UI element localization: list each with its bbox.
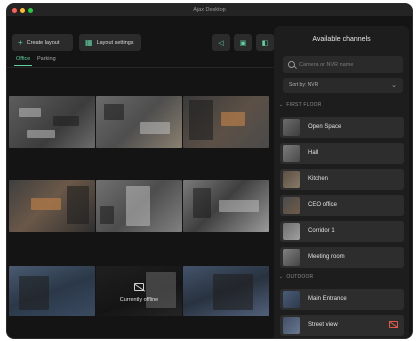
channel-item-ceo-office[interactable]: CEO office <box>280 195 404 216</box>
channel-thumbnail <box>283 249 300 266</box>
group-name: FIRST FLOOR <box>286 102 322 108</box>
chevron-down-icon: ⌄ <box>391 82 397 89</box>
channel-thumbnail <box>283 119 300 136</box>
active-tab-indicator <box>14 65 32 66</box>
camera-image <box>193 188 211 218</box>
channel-label: Hall <box>308 150 319 156</box>
camera-off-icon <box>134 283 144 291</box>
camera-image <box>31 198 61 210</box>
channel-thumbnail <box>283 291 300 308</box>
camera-image <box>221 112 245 126</box>
channel-label: Open Space <box>308 124 342 130</box>
camera-tile-open-space[interactable] <box>9 96 95 148</box>
camera-image <box>100 206 114 224</box>
layout-tabs: Office Parking <box>7 52 273 70</box>
channel-label: Main Entrance <box>308 296 347 302</box>
camera-tile-meeting-room[interactable] <box>183 180 269 232</box>
available-channels-panel: Available channels Sort by: NVR ⌄ ⌄FIRST… <box>274 26 409 338</box>
camera-image <box>19 108 41 117</box>
group-header-outdoor[interactable]: ⌄ OUTDOOR <box>279 274 313 280</box>
channel-thumbnail <box>283 197 300 214</box>
tab-parking[interactable]: Parking <box>37 56 56 62</box>
camera-image <box>104 104 124 120</box>
grid-settings-icon: ▦ <box>85 37 93 47</box>
search-icon <box>288 61 295 68</box>
camera-image <box>27 130 55 138</box>
panel-title: Available channels <box>312 36 371 43</box>
group-name: OUTDOOR <box>286 274 314 280</box>
channel-search[interactable] <box>283 56 403 73</box>
layout-settings-button[interactable]: ▦ Layout settings <box>79 34 141 51</box>
channel-item-hall[interactable]: Hall <box>280 143 404 164</box>
create-layout-label: Create layout <box>26 39 60 46</box>
offline-overlay: Currently offline <box>96 266 182 316</box>
sort-dropdown[interactable]: Sort by: NVR ⌄ <box>283 78 403 93</box>
camera-image <box>126 186 150 226</box>
tabs-divider <box>7 67 273 68</box>
camera-tile-main-entrance[interactable] <box>9 266 95 316</box>
camera-tile-corridor[interactable] <box>96 180 182 232</box>
sidebar-toggle-icon: ◧ <box>261 39 269 47</box>
camera-image <box>53 116 79 126</box>
sound-button[interactable]: ◁ <box>212 34 230 51</box>
channel-label: CEO office <box>308 202 337 208</box>
plus-icon: + <box>18 37 23 47</box>
channel-item-main-entrance[interactable]: Main Entrance <box>280 289 404 310</box>
tab-office[interactable]: Office <box>16 56 30 62</box>
channel-thumbnail <box>283 145 300 162</box>
group-header-first-floor[interactable]: ⌄ FIRST FLOOR <box>279 102 322 108</box>
channel-label: Kitchen <box>308 176 329 182</box>
search-input[interactable] <box>299 61 399 68</box>
channel-thumbnail <box>283 171 300 188</box>
offline-label: Currently offline <box>119 297 159 303</box>
camera-image <box>213 274 253 310</box>
channel-label: Corridor 1 <box>308 228 335 234</box>
channel-thumbnail <box>283 223 300 240</box>
camera-offline-icon <box>389 321 398 328</box>
play-button[interactable]: ▣ <box>234 34 252 51</box>
layout-settings-label: Layout settings <box>96 39 134 46</box>
app-window: Ajax Desktop + Create layout ▦ Layout se… <box>7 4 412 338</box>
channel-item-corridor-1[interactable]: Corridor 1 <box>280 221 404 242</box>
camera-image <box>140 122 170 134</box>
camera-tile-offline[interactable]: Currently offline <box>96 266 182 316</box>
channel-item-open-space[interactable]: Open Space <box>280 117 404 138</box>
play-icon: ▣ <box>239 39 247 47</box>
chevron-down-icon: ⌄ <box>279 274 284 280</box>
camera-tile-kitchen[interactable] <box>183 96 269 148</box>
camera-tile-ceo-office[interactable] <box>9 180 95 232</box>
toolbar: + Create layout ▦ Layout settings ◁ ▣ ◧ <box>7 16 274 52</box>
channel-thumbnail <box>283 317 300 334</box>
camera-tile-hall[interactable] <box>96 96 182 148</box>
channel-label: Street view <box>308 322 338 328</box>
channel-item-kitchen[interactable]: Kitchen <box>280 169 404 190</box>
create-layout-button[interactable]: + Create layout <box>12 34 73 51</box>
camera-image <box>219 200 259 212</box>
sort-label: Sort by: NVR <box>289 82 319 88</box>
camera-image <box>189 100 213 140</box>
camera-image <box>67 186 89 224</box>
chevron-down-icon: ⌄ <box>279 102 284 108</box>
channel-label: Meeting room <box>308 254 345 260</box>
channel-item-meeting-room[interactable]: Meeting room <box>280 247 404 268</box>
window-title: Ajax Desktop <box>193 7 226 13</box>
speaker-icon: ◁ <box>218 39 224 47</box>
title-bar: Ajax Desktop <box>7 4 412 16</box>
toggle-panel-button[interactable]: ◧ <box>256 34 274 51</box>
camera-tile-street-view[interactable] <box>183 266 269 316</box>
camera-image <box>19 276 49 310</box>
channel-item-street-view[interactable]: Street view <box>280 315 404 336</box>
